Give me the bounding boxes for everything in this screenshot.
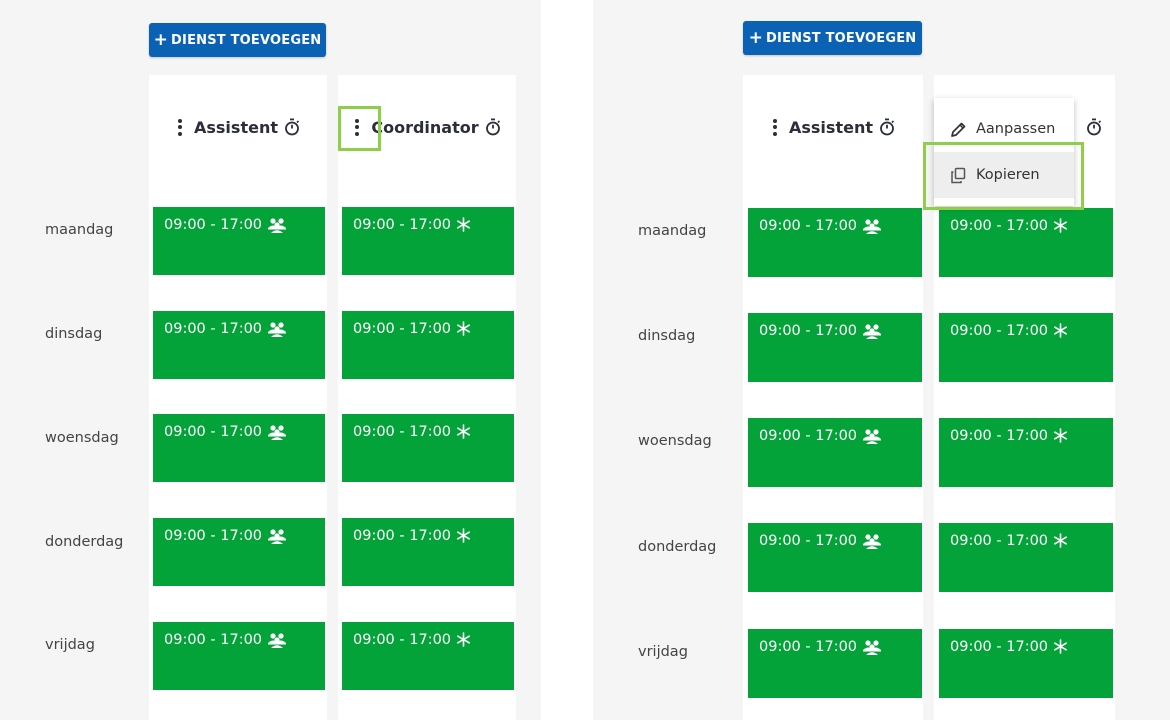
shift-time: 09:00 - 17:00 xyxy=(353,424,452,440)
people-icon xyxy=(862,639,882,660)
shift-cell[interactable]: 09:00 - 17:00 xyxy=(748,523,922,592)
stopwatch-icon xyxy=(285,118,300,136)
add-shift-button-label: DIENST TOEVOEGEN xyxy=(766,30,917,46)
stopwatch-icon xyxy=(880,118,895,136)
asterisk-icon xyxy=(1053,639,1068,658)
shift-time: 09:00 - 17:00 xyxy=(353,528,452,544)
asterisk-icon xyxy=(456,321,471,340)
role-column-header: Assistent xyxy=(149,113,327,141)
shift-cell[interactable]: 09:00 - 17:00 xyxy=(748,208,922,277)
asterisk-icon xyxy=(456,528,471,547)
shift-time: 09:00 - 17:00 xyxy=(164,217,263,233)
day-label-vrijdag: vrijdag xyxy=(45,637,95,653)
shift-time: 09:00 - 17:00 xyxy=(950,533,1049,549)
people-icon xyxy=(267,321,287,342)
shift-time: 09:00 - 17:00 xyxy=(353,321,452,337)
day-label-dinsdag: dinsdag xyxy=(45,326,103,342)
shift-time: 09:00 - 17:00 xyxy=(353,632,452,648)
more-options-icon[interactable] xyxy=(771,118,779,136)
shift-cell[interactable]: 09:00 - 17:00 xyxy=(939,418,1113,487)
shift-cell[interactable]: 09:00 - 17:00 xyxy=(153,518,325,586)
kebab-highlight xyxy=(338,106,381,151)
shift-time: 09:00 - 17:00 xyxy=(950,428,1049,444)
stopwatch-icon xyxy=(485,118,500,136)
shift-cell[interactable]: 09:00 - 17:00 xyxy=(153,207,325,275)
asterisk-icon xyxy=(1053,428,1068,447)
shift-time: 09:00 - 17:00 xyxy=(950,639,1049,655)
day-label-donderdag: donderdag xyxy=(638,539,717,555)
shift-time: 09:00 - 17:00 xyxy=(759,428,858,444)
shift-cell[interactable]: 09:00 - 17:00 xyxy=(939,629,1113,698)
people-icon xyxy=(267,217,287,238)
shift-cell[interactable]: 09:00 - 17:00 xyxy=(939,523,1113,592)
shift-time: 09:00 - 17:00 xyxy=(759,323,858,339)
shift-time: 09:00 - 17:00 xyxy=(164,321,263,337)
asterisk-icon xyxy=(456,424,471,443)
shift-cell[interactable]: 09:00 - 17:00 xyxy=(342,311,514,379)
shift-cell[interactable]: 09:00 - 17:00 xyxy=(153,622,325,690)
shift-cell[interactable]: 09:00 - 17:00 xyxy=(342,414,514,482)
day-label-maandag: maandag xyxy=(638,223,707,239)
day-label-donderdag: donderdag xyxy=(45,534,124,550)
shift-time: 09:00 - 17:00 xyxy=(164,632,263,648)
shift-cell[interactable]: 09:00 - 17:00 xyxy=(748,418,922,487)
shift-time: 09:00 - 17:00 xyxy=(759,533,858,549)
add-shift-button[interactable]: + DIENST TOEVOEGEN xyxy=(743,21,922,55)
pencil-icon xyxy=(951,122,966,137)
shift-cell[interactable]: 09:00 - 17:00 xyxy=(748,313,922,382)
role-column-assistent: Assistent xyxy=(743,75,923,720)
shift-time: 09:00 - 17:00 xyxy=(950,323,1049,339)
shift-time: 09:00 - 17:00 xyxy=(164,424,263,440)
shift-cell[interactable]: 09:00 - 17:00 xyxy=(342,518,514,586)
shift-time: 09:00 - 17:00 xyxy=(164,528,263,544)
shift-time: 09:00 - 17:00 xyxy=(353,217,452,233)
plus-icon: + xyxy=(748,28,764,48)
role-name: Assistent xyxy=(789,117,873,137)
day-label-woensdag: woensdag xyxy=(638,433,712,449)
day-label-dinsdag: dinsdag xyxy=(638,328,696,344)
shift-cell[interactable]: 09:00 - 17:00 xyxy=(939,313,1113,382)
more-options-icon[interactable] xyxy=(176,118,184,136)
people-icon xyxy=(862,218,882,239)
shift-cell[interactable]: 09:00 - 17:00 xyxy=(939,208,1113,277)
asterisk-icon xyxy=(1053,533,1068,552)
day-label-vrijdag: vrijdag xyxy=(638,644,688,660)
people-icon xyxy=(267,528,287,549)
plus-icon: + xyxy=(153,30,169,50)
shift-time: 09:00 - 17:00 xyxy=(759,218,858,234)
asterisk-icon xyxy=(1053,323,1068,342)
shift-cell[interactable]: 09:00 - 17:00 xyxy=(153,311,325,379)
shift-cell[interactable]: 09:00 - 17:00 xyxy=(153,414,325,482)
shift-cell[interactable]: 09:00 - 17:00 xyxy=(748,629,922,698)
asterisk-icon xyxy=(456,217,471,236)
role-name: Coordinator xyxy=(371,117,479,137)
people-icon xyxy=(862,323,882,344)
day-label-woensdag: woensdag xyxy=(45,430,119,446)
role-name: Assistent xyxy=(194,117,278,137)
shift-time: 09:00 - 17:00 xyxy=(950,218,1049,234)
day-label-maandag: maandag xyxy=(45,222,114,238)
menu-item-highlight xyxy=(923,142,1084,210)
asterisk-icon xyxy=(456,632,471,651)
people-icon xyxy=(267,632,287,653)
shift-cell[interactable]: 09:00 - 17:00 xyxy=(342,207,514,275)
shift-time: 09:00 - 17:00 xyxy=(759,639,858,655)
shift-cell[interactable]: 09:00 - 17:00 xyxy=(342,622,514,690)
people-icon xyxy=(862,428,882,449)
menu-item-label: Aanpassen xyxy=(976,121,1056,137)
add-shift-button-label: DIENST TOEVOEGEN xyxy=(171,32,322,48)
stopwatch-icon xyxy=(1087,118,1102,136)
add-shift-button[interactable]: + DIENST TOEVOEGEN xyxy=(149,23,326,57)
asterisk-icon xyxy=(1053,218,1068,237)
people-icon xyxy=(267,424,287,445)
role-column-header: Assistent xyxy=(743,113,923,141)
people-icon xyxy=(862,533,882,554)
